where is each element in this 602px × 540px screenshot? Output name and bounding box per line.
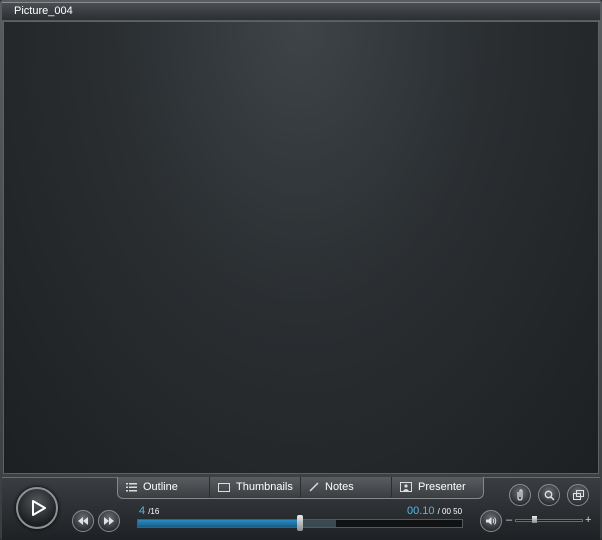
search-button[interactable]: [538, 484, 560, 506]
slide-counter: 4 /16: [139, 505, 159, 517]
attachment-button[interactable]: [509, 484, 531, 506]
tab-outline-label: Outline: [143, 481, 178, 493]
volume-slider-track[interactable]: [515, 519, 583, 522]
volume-slider-thumb[interactable]: [532, 516, 538, 523]
presenter-icon: [400, 482, 412, 492]
rewind-icon: [78, 517, 88, 525]
volume-minus-icon[interactable]: –: [506, 514, 512, 526]
rewind-button[interactable]: [72, 510, 94, 532]
tab-presenter[interactable]: Presenter: [392, 477, 483, 497]
window-mode-button[interactable]: [567, 484, 589, 506]
time-display: 00.10 / 00 50: [407, 505, 462, 517]
total-time: / 00 50: [437, 507, 463, 516]
window-title: Picture_004: [14, 5, 73, 17]
progress-buffered: [300, 520, 336, 527]
volume-button[interactable]: [480, 510, 502, 532]
current-time: 00.10: [407, 505, 435, 517]
tab-presenter-label: Presenter: [418, 481, 466, 493]
slide-viewer[interactable]: [3, 21, 599, 474]
notes-pencil-icon: [309, 482, 319, 492]
volume-plus-icon[interactable]: +: [585, 514, 591, 526]
progress-fill: [138, 520, 300, 527]
view-tabs: Outline Thumbnails Notes Presenter: [117, 477, 484, 499]
speaker-icon: [486, 517, 497, 525]
title-bar: Picture_004: [2, 2, 600, 20]
tab-outline[interactable]: Outline: [118, 477, 210, 497]
play-button[interactable]: [16, 487, 58, 529]
tab-notes-label: Notes: [325, 481, 354, 493]
tab-notes[interactable]: Notes: [301, 477, 392, 497]
tab-thumbnails-label: Thumbnails: [236, 481, 293, 493]
window-mode-icon: [572, 490, 584, 500]
thumbnails-icon: [218, 482, 230, 492]
search-icon: [544, 490, 555, 501]
paperclip-icon: [517, 489, 523, 501]
progress-thumb[interactable]: [297, 515, 303, 531]
fast-forward-icon: [104, 517, 114, 525]
play-icon: [31, 500, 46, 516]
fast-forward-button[interactable]: [98, 510, 120, 532]
tab-thumbnails[interactable]: Thumbnails: [210, 477, 301, 497]
outline-icon: [126, 482, 137, 491]
total-slides: /16: [148, 507, 160, 516]
current-slide-number: 4: [139, 505, 146, 517]
